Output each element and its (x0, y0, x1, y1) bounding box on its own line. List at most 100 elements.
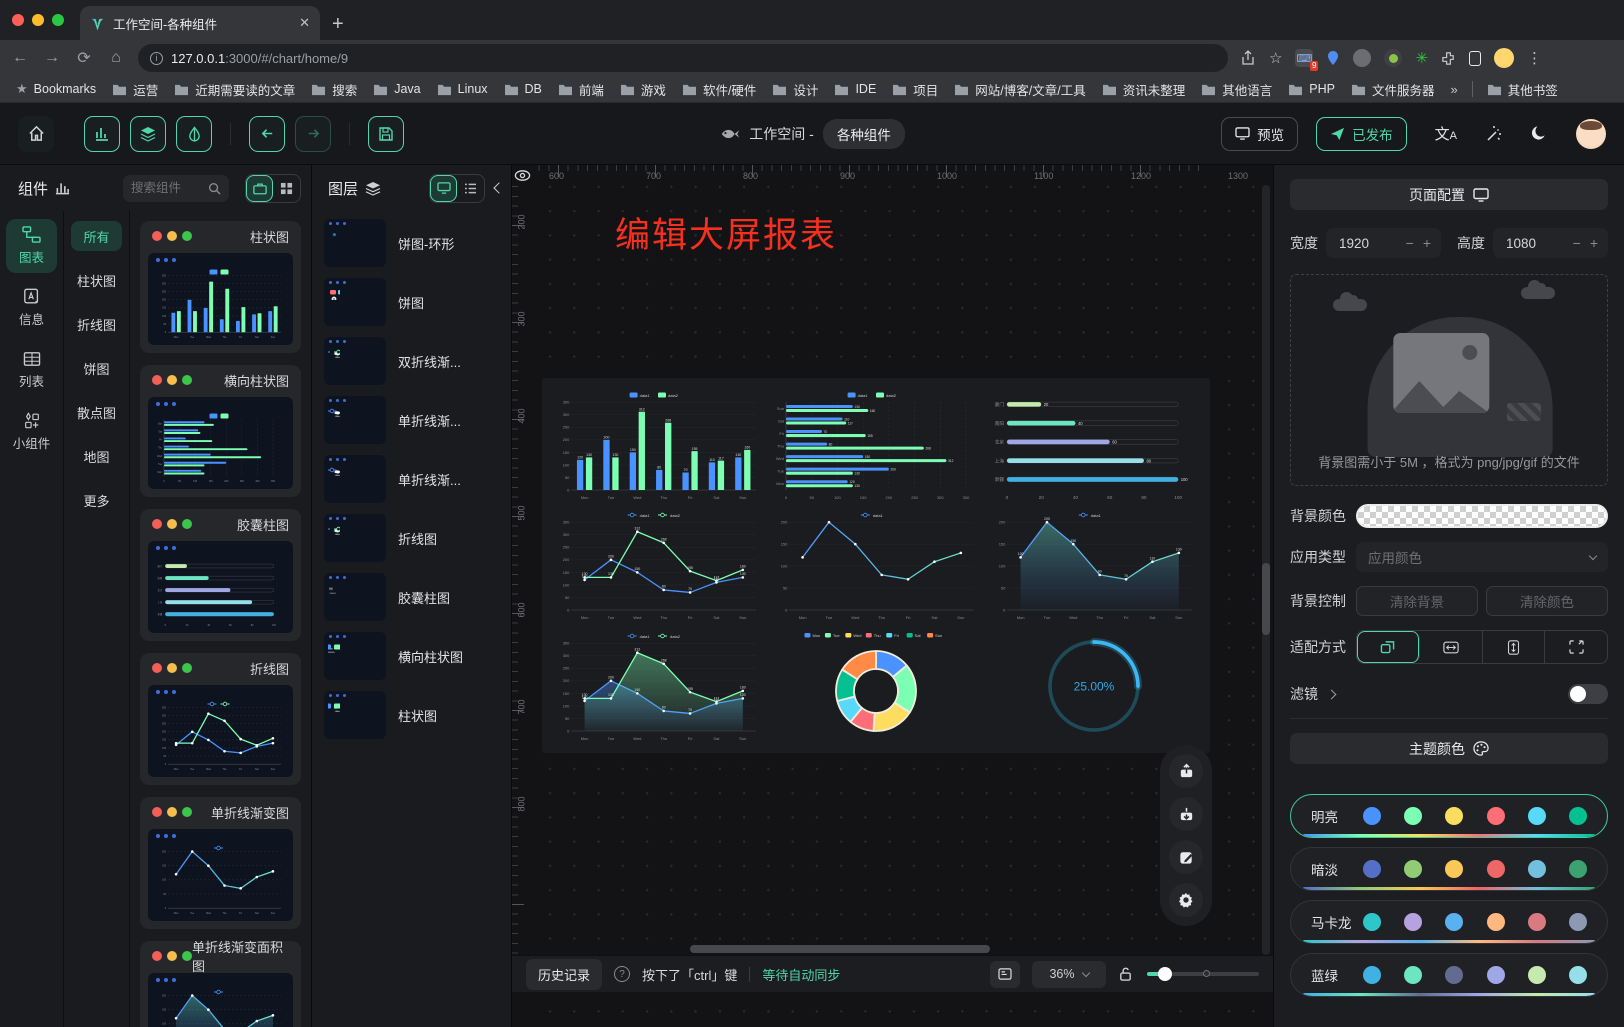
component-card[interactable]: 柱状图 050100150200250300350MonTueWedThuFri… (140, 221, 301, 353)
theme-row-暗淡[interactable]: 暗淡 (1290, 847, 1608, 891)
align-panel-button[interactable] (990, 961, 1020, 988)
bookmark-folder[interactable]: DB (498, 80, 548, 98)
nav-item-info[interactable]: 信息 (6, 281, 57, 335)
fit-width-button[interactable] (1420, 631, 1483, 663)
bookmark-star-icon[interactable]: ☆ (1269, 49, 1282, 67)
fit-height-button[interactable] (1483, 631, 1546, 663)
details-panel-toggle-button[interactable] (176, 116, 212, 152)
new-tab-button[interactable]: + (332, 14, 344, 34)
other-bookmarks-folder[interactable]: 其他书签 (1481, 78, 1564, 101)
increment-icon[interactable]: + (1423, 235, 1431, 251)
magic-wand-icon[interactable] (1485, 125, 1503, 143)
collapse-panel-icon[interactable] (493, 182, 504, 193)
macos-traffic-lights[interactable] (0, 0, 76, 40)
category-item[interactable]: 散点图 (71, 397, 122, 427)
tab-close-icon[interactable]: ✕ (299, 15, 310, 31)
bookmark-folder[interactable]: 其他语言 (1195, 78, 1278, 101)
component-card[interactable]: 胶囊柱图 厦门南阳北京上海新疆020406080100 (140, 509, 301, 641)
canvas-heading-text[interactable]: 编辑大屏报表 (615, 207, 837, 258)
component-search[interactable] (123, 175, 229, 202)
bookmarks-manager[interactable]: ★ Bookmarks (10, 79, 102, 99)
nav-item-list[interactable]: 列表 (6, 343, 57, 397)
bookmark-folder[interactable]: 游戏 (614, 78, 672, 101)
layers-thumbnail-toggle[interactable] (430, 175, 457, 202)
bg-color-swatch[interactable] (1356, 504, 1608, 528)
background-upload-dropzone[interactable]: 背景图需小于 5M ，格式为 png/jpg/gif 的文件 (1290, 274, 1608, 486)
component-card[interactable]: 单折线渐变图 050100150200MonTueWedThuFriSatSun (140, 797, 301, 929)
app-type-select[interactable]: 应用颜色 (1356, 542, 1608, 572)
chart-gradient-line[interactable]: 050100150200MonTueWedThuFriSatSun1202001… (988, 508, 1200, 622)
reading-list-icon[interactable] (1469, 51, 1481, 66)
redo-button[interactable] (295, 116, 331, 152)
layer-item[interactable]: 050100150200250300350SunSatFriThuWedTueM… (320, 630, 503, 682)
fit-scale-button[interactable] (1357, 631, 1420, 663)
bookmark-folder[interactable]: 搜索 (305, 78, 363, 101)
reload-icon[interactable]: ⟳ (74, 48, 94, 68)
chart-gradient-area[interactable]: 050100150200250300350MonTueWedThuFriSatS… (552, 629, 764, 743)
chart-single-line[interactable]: 050100150200MonTueWedThuFriSatSundata1 (770, 508, 982, 622)
component-card[interactable]: 横向柱状图 050100150200250300350SunSatFriThuW… (140, 365, 301, 497)
minimize-window-button[interactable] (32, 14, 44, 26)
bookmark-folder[interactable]: 文件服务器 (1345, 78, 1441, 101)
horizontal-scrollbar[interactable] (690, 945, 990, 953)
export-button[interactable] (1169, 754, 1203, 788)
help-icon[interactable]: ? (614, 966, 630, 982)
profile-avatar-icon[interactable] (1494, 48, 1514, 68)
share-icon[interactable] (1240, 50, 1256, 66)
vertical-scrollbar[interactable] (1262, 185, 1270, 955)
component-card[interactable]: 单折线渐变面积图 050100150200MonTueWedThuFriSatS… (140, 941, 301, 1027)
scrollbar-thumb[interactable] (1262, 563, 1270, 635)
layer-item[interactable]: 050100150200MonTueWedThuFriSatSun 单折线渐..… (320, 453, 503, 505)
bookmark-folder[interactable]: 资讯未整理 (1096, 78, 1192, 101)
canvas[interactable]: 6007008009001000110012001300 20030040050… (512, 165, 1273, 1027)
charts-panel-toggle-button[interactable] (84, 116, 120, 152)
extension-star-icon[interactable]: ✳ (1415, 49, 1428, 67)
height-stepper[interactable]: 1080 −+ (1493, 228, 1608, 258)
component-card[interactable]: 折线图 050100150200250300350MonTueWedThuFri… (140, 653, 301, 785)
slider-knob[interactable] (1158, 967, 1172, 981)
dashboard-preview[interactable]: 050100150200250300350MonTueWedThuFriSatS… (542, 378, 1210, 753)
import-button[interactable] (1169, 797, 1203, 831)
settings-gear-icon[interactable] (1169, 883, 1203, 917)
category-item[interactable]: 所有 (71, 221, 122, 251)
chart-pie-donut[interactable]: MonTueWedThuFriSatSun (770, 629, 982, 743)
chart-progress-ring[interactable]: 25.00% (988, 629, 1200, 743)
bookmark-folder[interactable]: 项目 (886, 78, 944, 101)
eye-icon[interactable] (514, 167, 531, 184)
project-name-pill[interactable]: 各种组件 (823, 119, 905, 149)
theme-row-蓝绿[interactable]: 蓝绿 (1290, 953, 1608, 997)
chart-horizontal-bar[interactable]: 050100150200250300350Sun130160Sat110117F… (770, 388, 982, 502)
category-item[interactable]: 饼图 (71, 353, 122, 383)
user-avatar[interactable] (1576, 119, 1606, 149)
bookmark-folder[interactable]: PHP (1282, 80, 1341, 98)
address-bar[interactable]: i 127.0.0.1:3000/#/chart/home/9 (138, 44, 1228, 72)
dark-mode-moon-icon[interactable] (1531, 125, 1548, 142)
single-view-toggle[interactable] (246, 175, 273, 202)
site-info-icon[interactable]: i (150, 52, 163, 65)
bookmark-folder[interactable]: 设计 (766, 78, 824, 101)
chart-bar[interactable]: 050100150200250300350MonTueWedThuFriSatS… (552, 388, 764, 502)
fit-stretch-button[interactable] (1545, 631, 1607, 663)
filter-toggle[interactable] (1568, 684, 1608, 704)
bookmark-folder[interactable]: IDE (828, 80, 882, 98)
layer-item[interactable]: 050100150200250300350MonTueWedThuFriSatS… (320, 512, 503, 564)
search-input[interactable] (131, 181, 204, 195)
close-window-button[interactable] (12, 14, 24, 26)
bookmark-folder[interactable]: 前端 (552, 78, 610, 101)
theme-row-马卡龙[interactable]: 马卡龙 (1290, 900, 1608, 944)
extension-pin-icon[interactable] (1326, 50, 1340, 66)
extension-green-dot-icon[interactable] (1384, 49, 1402, 67)
decrement-icon[interactable]: − (1573, 235, 1581, 251)
layers-list-toggle[interactable] (457, 175, 484, 202)
decrement-icon[interactable]: − (1406, 235, 1414, 251)
bookmarks-overflow-chevron[interactable]: » (1444, 82, 1463, 97)
bookmark-folder[interactable]: 网站/博客/文章/工具 (948, 78, 1091, 101)
language-icon[interactable]: 文A (1435, 123, 1457, 144)
bookmark-folder[interactable]: Java (367, 80, 426, 98)
width-stepper[interactable]: 1920 −+ (1326, 228, 1441, 258)
layer-item[interactable]: 饼图 (320, 276, 503, 328)
zoom-window-button[interactable] (52, 14, 64, 26)
edit-button[interactable] (1169, 840, 1203, 874)
category-item[interactable]: 更多 (71, 485, 122, 515)
nav-item-charts[interactable]: 图表 (6, 219, 57, 273)
